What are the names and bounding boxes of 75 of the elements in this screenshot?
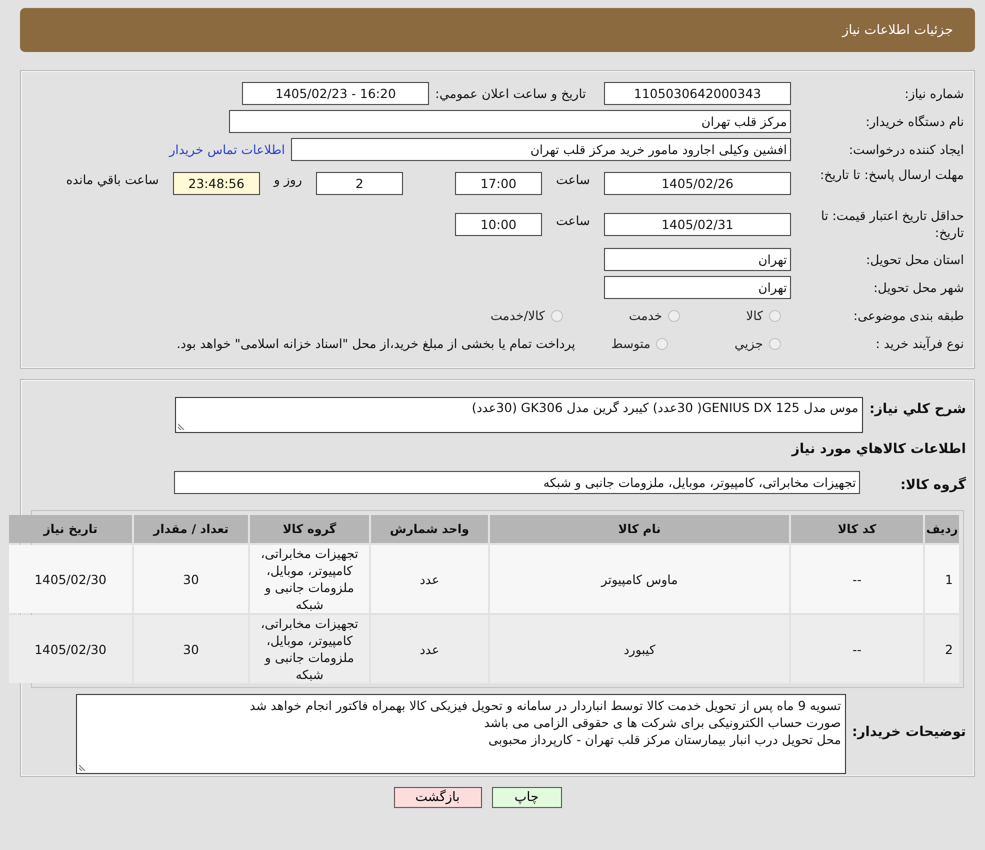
column-header: كد كالا [791,515,923,543]
radio-button[interactable] [550,310,563,322]
notes-textarea[interactable] [76,694,846,774]
column-header: تاريخ نياز [9,515,132,543]
table-cell: 30 [134,615,248,683]
page-title: جزئیات اطلاعات نیاز [842,22,953,38]
field-label: نام دستگاه خریدار: [864,113,964,130]
field-label: تاريخ و ساعت اعلان عمومي: [435,86,586,101]
field-label: حداقل تاریخ اعتبار قیمت: تا تاریخ: [820,207,964,241]
field-label: شماره نیاز: [904,85,964,102]
radio-button[interactable] [769,338,781,350]
time-label: ساعت [556,213,590,228]
column-header: تعداد / مقدار [134,515,248,543]
date-field: 1405/02/31 [604,213,791,236]
table-cell: 1 [925,545,959,613]
description-text: موس مدل GENIUS DX 125( 30عدد) کیبرد گرین مدل GK306 (30عدد) [472,400,858,415]
table-cell: عدد [371,615,488,683]
column-header: رديف [925,515,959,543]
radio-button[interactable] [769,310,781,322]
table-cell: 1405/02/30 [9,615,132,683]
field-label: استان محل تحویل: [864,251,964,268]
goods-group-field: تجهیزات مخابراتی، کامپیوتر، موبایل، ملزومات جانبی و شبکه [174,471,860,494]
back-button[interactable]: بازگشت [394,787,482,808]
notes-line: محل تحویل درب انبار بیمارستان مرکز قلب تهران - کارپرداز محبوبی [487,731,842,748]
need-number-field: 1105030642000343 [604,82,791,105]
time-field: 10:00 [454,213,542,236]
remaining-time-field: 23:48:56 [172,172,260,195]
time-field: 17:00 [454,172,542,195]
radio-label: كالا/خدمت [490,308,545,323]
field-label: توضیحات خریدار: [852,723,966,740]
buyer-org-field: مرکز قلب تهران [229,110,791,133]
radio-label: كالا [746,308,763,323]
section-heading: اطلاعات كالاهاي مورد نياز [790,441,966,457]
table-cell: ماوس کامپیوتر [490,545,789,613]
requester-field: افشین وکیلی اجارود مامور خرید مرکز قلب تهران [291,138,791,161]
field-label: مهلت ارسال پاسخ: تا تاریخ: [818,166,964,183]
description-textarea[interactable]: موس مدل GENIUS DX 125( 30عدد) کیبرد گرین مدل GK306 (30عدد) [175,397,864,433]
column-header: نام كالا [490,515,789,543]
notes-line: صورت حساب الکترونیکی برای شرکت ها ی حقوقی الزامی می باشد [483,714,842,731]
table-cell: عدد [371,545,488,613]
field-label: شهر محل تحویل: [872,279,964,296]
resize-grip-icon[interactable] [178,422,186,430]
city-field: تهران [604,276,791,299]
field-label: ایجاد کننده درخواست: [848,141,964,158]
radio-label: خدمت [628,308,662,323]
resize-grip-icon[interactable] [79,763,88,771]
table-cell: -- [791,545,923,613]
table-cell: تجهیزات مخابراتی، کامپیوتر، موبایل، ملزومات جانبی و شبکه [250,615,369,683]
table-cell: کیبورد [490,615,789,683]
radio-label: متوسط [611,336,650,351]
contact-link[interactable]: اطلاعات تماس خریدار [169,142,285,157]
print-button[interactable]: چاپ [492,787,562,808]
date-field: 1405/02/26 [604,172,791,195]
table-cell: 1405/02/30 [9,545,132,613]
radio-button[interactable] [656,338,668,350]
remaining-label: ساعت باقي مانده [66,172,159,187]
payment-note: پرداخت تمام یا بخشی از مبلغ خرید،از محل "اسناد خزانه اسلامی" خواهد بود. [176,336,576,351]
days-label: روز و [274,172,302,187]
notes-line: تسویه 9 ماه پس از تحویل خدمت کالا توسط انباردار در سامانه و تحویل فیزیکی کالا بهمراه فاکتور انجام خواهد شد [248,697,842,714]
field-label: نوع فرآیند خرید : [874,335,964,352]
field-label: گروه کالا: [899,476,966,492]
column-header: واحد شمارش [371,515,488,543]
radio-button[interactable] [668,310,680,322]
province-field: تهران [604,248,791,271]
days-field: 2 [316,172,403,195]
time-label: ساعت [556,172,590,187]
field-label: طبقه بندی موضوعی: [852,307,964,324]
table-cell: تجهیزات مخابراتی، کامپیوتر، موبایل، ملزومات جانبی و شبکه [250,545,369,613]
field-label: شرح كلي نياز: [869,400,966,417]
table-cell: 2 [925,615,959,683]
table-cell: 30 [134,545,248,613]
column-header: گروه كالا [250,515,369,543]
radio-label: جزيي [734,336,763,351]
table-cell: -- [791,615,923,683]
announce-date-field: 1405/02/23 - 16:20 [242,82,430,105]
